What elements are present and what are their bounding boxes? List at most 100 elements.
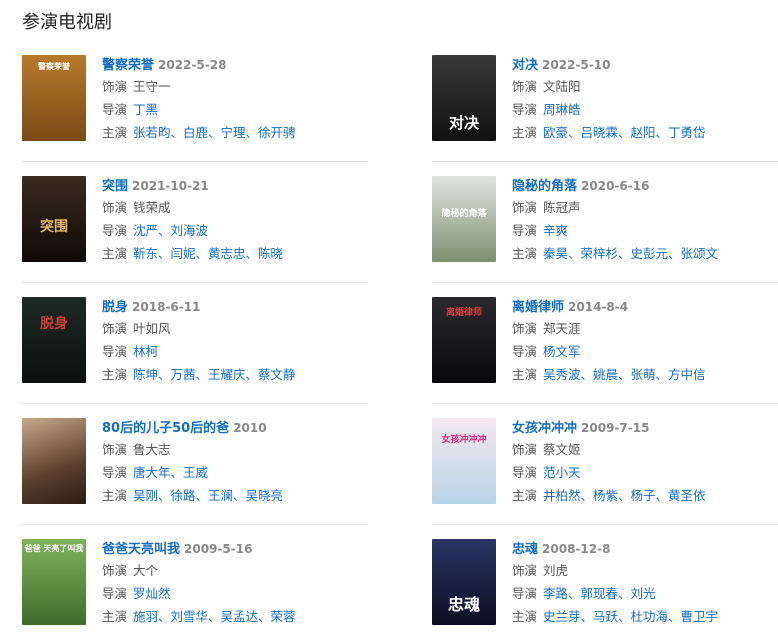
show-date: 2020-6-16 [581, 179, 650, 193]
role-label: 饰演 [102, 321, 128, 336]
show-title-link[interactable]: 隐秘的角落 [512, 179, 577, 194]
role-label: 饰演 [512, 200, 538, 215]
show-date: 2022-5-28 [158, 58, 227, 72]
poster-image[interactable]: 脱身 [22, 297, 86, 383]
role-value: 钱荣成 [133, 200, 171, 215]
director-label: 导演 [102, 586, 128, 601]
show-title-link[interactable]: 警察荣誉 [102, 58, 154, 73]
cast-label: 主演 [512, 488, 538, 503]
role-label: 饰演 [102, 200, 128, 215]
show-title-link[interactable]: 爸爸天亮叫我 [102, 542, 180, 557]
director-label: 导演 [102, 465, 128, 480]
director-link[interactable]: 唐大年、王威 [133, 465, 208, 480]
role-value: 文陆阳 [543, 79, 581, 94]
poster-image[interactable]: 爸爸 天亮了叫我 [22, 539, 86, 625]
show-card: 对决 对决 2022-5-10 饰演 文陆阳 导演 周琳皓 主演 欧豪、吕晓霖、赵阳、丁… [432, 55, 772, 155]
poster-image[interactable]: 对决 [432, 55, 496, 141]
cast-label: 主演 [512, 609, 538, 624]
director-label: 导演 [512, 223, 538, 238]
show-card: 隐秘的角落 隐秘的角落 2020-6-16 饰演 陈冠声 导演 辛爽 主演 秦昊、荣梓杉… [432, 176, 772, 276]
show-title-link[interactable]: 忠魂 [512, 542, 538, 557]
role-value: 郑天涯 [543, 321, 581, 336]
director-link[interactable]: 罗灿然 [133, 586, 171, 601]
director-label: 导演 [102, 223, 128, 238]
cast-links[interactable]: 吴刚、徐路、王澜、吴晓亮 [133, 488, 283, 503]
show-title-link[interactable]: 离婚律师 [512, 300, 564, 315]
cast-label: 主演 [102, 488, 128, 503]
cast-links[interactable]: 欧豪、吕晓霖、赵阳、丁勇岱 [543, 125, 706, 140]
poster-image[interactable]: 警察荣誉 [22, 55, 86, 141]
poster-image[interactable]: 女孩冲冲冲 [432, 418, 496, 504]
poster-caption: 忠魂 [447, 595, 480, 614]
poster-image[interactable]: 突围 [22, 176, 86, 262]
show-date: 2014-8-4 [568, 300, 629, 314]
show-card: 脱身 脱身 2018-6-11 饰演 叶如风 导演 林柯 主演 陈坤、万茜、王耀庆、蔡文… [22, 297, 362, 397]
show-card: 爸爸 天亮了叫我 爸爸天亮叫我 2009-5-16 饰演 大个 导演 罗灿然 主演 施羽… [22, 539, 362, 639]
role-value: 鲁大志 [133, 442, 171, 457]
role-value: 大个 [133, 563, 159, 578]
poster-caption: 突围 [40, 219, 68, 235]
cast-links[interactable]: 史兰芽、马跃、杜功海、曹卫宇 [543, 609, 718, 624]
cast-links[interactable]: 井柏然、杨紫、杨子、黄圣依 [543, 488, 706, 503]
show-card: 80后的儿子50后的爸 2010 饰演 鲁大志 导演 唐大年、王威 主演 吴刚、徐路、王… [22, 418, 362, 518]
poster-image[interactable]: 忠魂 [432, 539, 496, 625]
divider [22, 524, 368, 525]
director-label: 导演 [512, 102, 538, 117]
cast-label: 主演 [512, 367, 538, 382]
show-title-link[interactable]: 对决 [512, 58, 538, 73]
role-label: 饰演 [512, 563, 538, 578]
poster-image[interactable] [22, 418, 86, 504]
cast-links[interactable]: 陈坤、万茜、王耀庆、蔡文静 [133, 367, 296, 382]
cast-links[interactable]: 靳东、闫妮、黄志忠、陈晓 [133, 246, 283, 261]
divider [432, 282, 778, 283]
poster-image[interactable]: 离婚律师 [432, 297, 496, 383]
cast-links[interactable]: 吴秀波、姚晨、张萌、方中信 [543, 367, 706, 382]
role-label: 饰演 [102, 442, 128, 457]
poster-image[interactable]: 隐秘的角落 [432, 176, 496, 262]
cast-links[interactable]: 秦昊、荣梓杉、史彭元、张颂文 [543, 246, 718, 261]
role-value: 蔡文姬 [543, 442, 581, 457]
show-title-link[interactable]: 脱身 [102, 300, 128, 315]
director-link[interactable]: 周琳皓 [543, 102, 581, 117]
director-link[interactable]: 范小天 [543, 465, 581, 480]
role-value: 陈冠声 [543, 200, 581, 215]
director-link[interactable]: 丁黑 [133, 102, 158, 117]
poster-caption: 对决 [448, 114, 479, 132]
cast-label: 主演 [102, 125, 128, 140]
role-value: 刘虎 [543, 563, 569, 578]
show-title-link[interactable]: 女孩冲冲冲 [512, 421, 577, 436]
show-card: 警察荣誉 警察荣誉 2022-5-28 饰演 王守一 导演 丁黑 主演 张若昀、白鹿、宁… [22, 55, 362, 155]
cast-label: 主演 [512, 246, 538, 261]
role-label: 饰演 [102, 563, 128, 578]
role-label: 饰演 [512, 442, 538, 457]
director-label: 导演 [102, 102, 128, 117]
director-link[interactable]: 李路、郭现春、刘光 [543, 586, 656, 601]
section-title: 参演电视剧 [22, 12, 112, 33]
poster-caption: 警察荣誉 [38, 62, 70, 71]
divider [22, 403, 368, 404]
director-label: 导演 [512, 465, 538, 480]
director-link[interactable]: 林柯 [133, 344, 158, 359]
director-link[interactable]: 沈严、刘海波 [133, 223, 208, 238]
poster-caption: 脱身 [40, 316, 68, 332]
director-label: 导演 [512, 344, 538, 359]
cast-label: 主演 [512, 125, 538, 140]
show-card: 女孩冲冲冲 女孩冲冲冲 2009-7-15 饰演 蔡文姬 导演 范小天 主演 井柏然、杨… [432, 418, 772, 518]
divider [432, 161, 778, 162]
cast-links[interactable]: 施羽、刘雪华、吴孟达、荣蓉 [133, 609, 296, 624]
show-card: 离婚律师 离婚律师 2014-8-4 饰演 郑天涯 导演 杨文军 主演 吴秀波、姚晨、张… [432, 297, 772, 397]
poster-caption: 离婚律师 [445, 308, 482, 318]
show-card: 忠魂 忠魂 2008-12-8 饰演 刘虎 导演 李路、郭现春、刘光 主演 史兰芽、马跃… [432, 539, 772, 639]
cast-links[interactable]: 张若昀、白鹿、宁理、徐开骋 [133, 125, 296, 140]
director-label: 导演 [102, 344, 128, 359]
director-link[interactable]: 杨文军 [543, 344, 581, 359]
divider [22, 282, 368, 283]
divider [22, 161, 368, 162]
show-title-link[interactable]: 突围 [102, 179, 128, 194]
show-date: 2021-10-21 [132, 179, 209, 193]
show-date: 2009-7-15 [581, 421, 650, 435]
show-title-link[interactable]: 80后的儿子50后的爸 [102, 421, 229, 436]
poster-caption: 女孩冲冲冲 [441, 435, 487, 445]
role-value: 王守一 [133, 79, 171, 94]
director-link[interactable]: 辛爽 [543, 223, 568, 238]
